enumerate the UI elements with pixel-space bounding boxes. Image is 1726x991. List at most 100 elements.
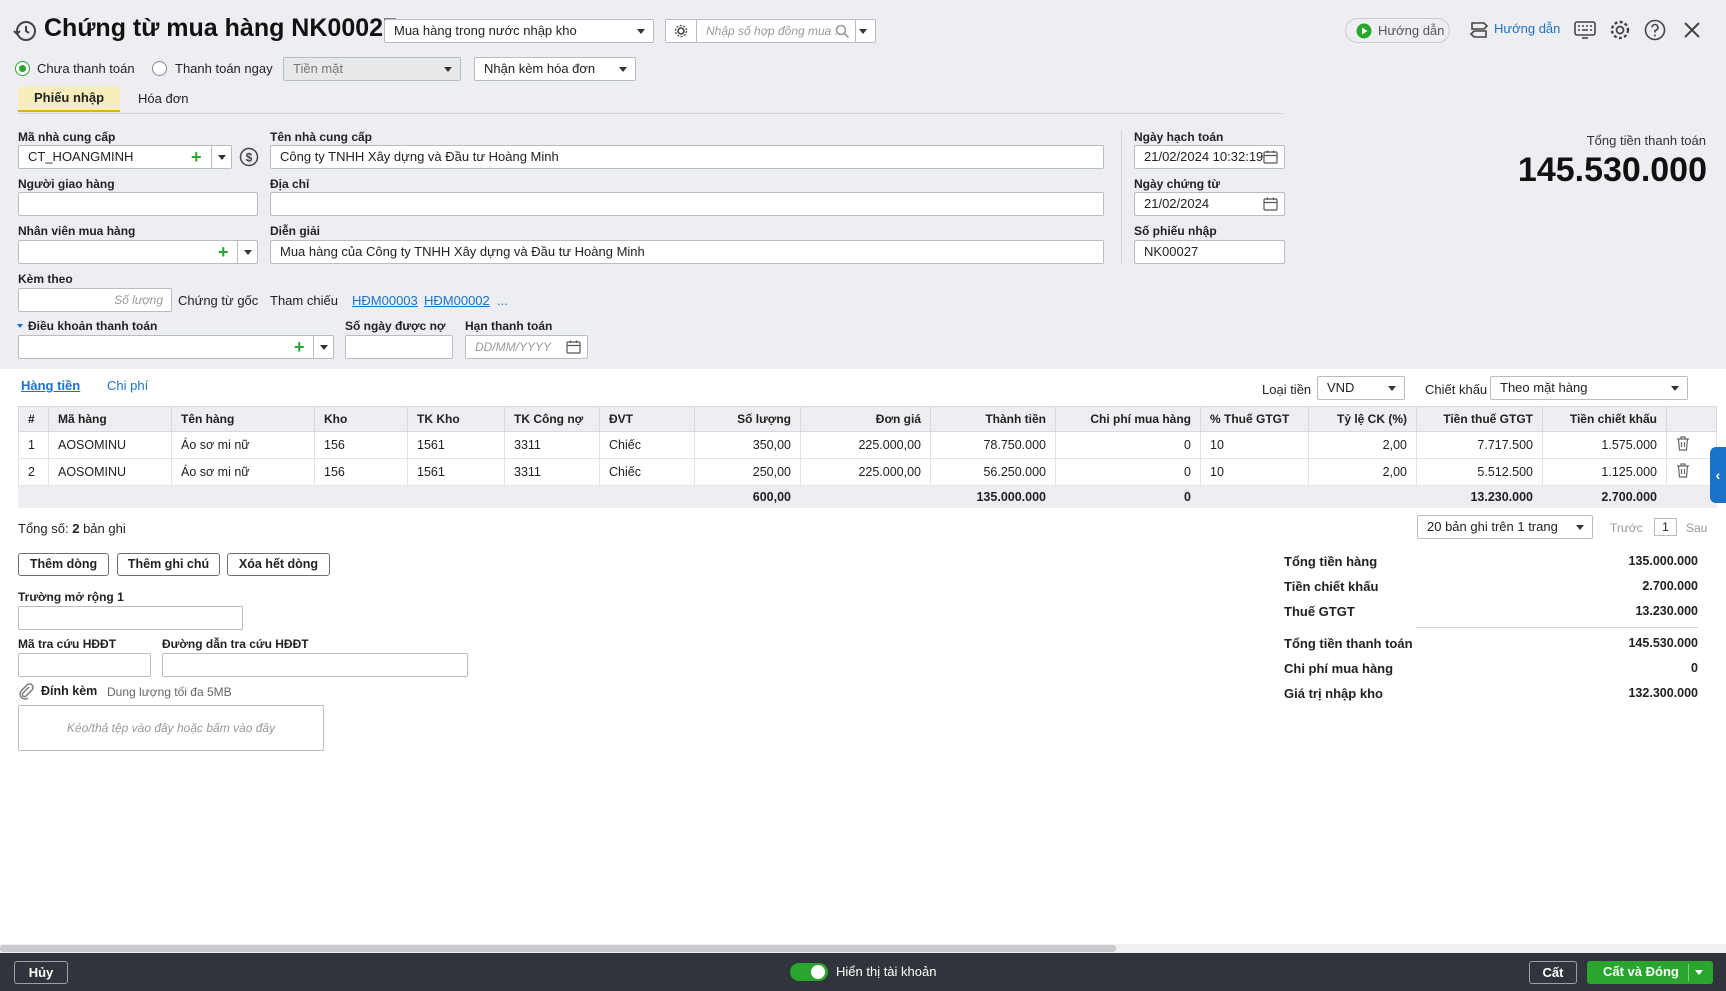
add-buyer-icon[interactable]: + <box>218 243 229 261</box>
tab-goods[interactable]: Hàng tiền <box>21 378 80 393</box>
trash-icon[interactable] <box>1676 436 1690 451</box>
lookup-code-input[interactable] <box>18 653 151 677</box>
ext-field-input[interactable] <box>18 606 243 630</box>
col-header[interactable]: Thành tiền <box>930 406 1056 432</box>
add-note-button[interactable]: Thêm ghi chú <box>117 553 220 576</box>
cell-warehouse-account[interactable]: 1561 <box>407 458 505 486</box>
cell-code[interactable]: AOSOMINU <box>48 458 172 486</box>
cell-warehouse[interactable]: 156 <box>314 458 408 486</box>
chevron-down-icon[interactable] <box>859 29 867 34</box>
table-row[interactable]: 1 AOSOMINU Áo sơ mi nữ 156 1561 3311 Chi… <box>18 431 1717 459</box>
cell-price[interactable]: 225.000,00 <box>800 431 931 459</box>
cell-amount[interactable]: 78.750.000 <box>930 431 1056 459</box>
trash-icon[interactable] <box>1676 463 1690 478</box>
col-header[interactable]: Tỷ lệ CK (%) <box>1308 406 1417 432</box>
signpost-icon[interactable] <box>1469 19 1489 41</box>
due-date-input[interactable]: DD/MM/YYYY <box>465 335 588 359</box>
col-header[interactable]: Tiền chiết khấu <box>1542 406 1667 432</box>
cell-qty[interactable]: 250,00 <box>694 458 801 486</box>
cell-warehouse-account[interactable]: 1561 <box>407 431 505 459</box>
cell-vat-amount[interactable]: 7.717.500 <box>1416 431 1543 459</box>
debt-days-input[interactable] <box>345 335 453 359</box>
side-panel-toggle[interactable]: ‹ <box>1710 447 1726 503</box>
help-icon[interactable] <box>1644 19 1666 41</box>
calendar-icon[interactable] <box>1263 197 1278 211</box>
cell-vat-rate[interactable]: 10 <box>1200 458 1309 486</box>
prev-page-button[interactable]: Trước <box>1610 521 1643 535</box>
cell-cost[interactable]: 0 <box>1055 431 1201 459</box>
cell-warehouse[interactable]: 156 <box>314 431 408 459</box>
col-header[interactable]: Chi phí mua hàng <box>1055 406 1201 432</box>
col-header[interactable]: Tiền thuế GTGT <box>1416 406 1543 432</box>
keyboard-icon[interactable] <box>1574 20 1596 40</box>
table-row[interactable]: 2 AOSOMINU Áo sơ mi nữ 156 1561 3311 Chi… <box>18 458 1717 486</box>
gear-icon[interactable] <box>674 24 688 38</box>
dollar-icon[interactable]: $ <box>239 147 259 167</box>
discount-select[interactable]: Theo mặt hàng <box>1490 376 1688 400</box>
description-input[interactable]: Mua hàng của Công ty TNHH Xây dựng và Đầ… <box>270 240 1104 264</box>
add-terms-icon[interactable]: + <box>294 338 305 356</box>
cell-discount-rate[interactable]: 2,00 <box>1308 431 1417 459</box>
terms-input[interactable] <box>18 335 334 359</box>
show-accounts-toggle[interactable] <box>790 963 828 981</box>
cell-discount-amount[interactable]: 1.125.000 <box>1542 458 1667 486</box>
cell-cost[interactable]: 0 <box>1055 458 1201 486</box>
currency-select[interactable]: VND <box>1317 376 1405 400</box>
page-number[interactable]: 1 <box>1654 518 1677 536</box>
doc-date-input[interactable]: 21/02/2024 <box>1134 192 1285 216</box>
attach-qty-input[interactable]: Số lượng <box>18 288 172 312</box>
cell-unit[interactable]: Chiếc <box>599 431 695 459</box>
save-button[interactable]: Cất <box>1529 961 1577 984</box>
cell-amount[interactable]: 56.250.000 <box>930 458 1056 486</box>
col-header[interactable]: Tên hàng <box>171 406 315 432</box>
col-header[interactable]: Mã hàng <box>48 406 172 432</box>
col-header[interactable]: TK Công nợ <box>504 406 600 432</box>
contract-search-input[interactable]: Nhập số hợp đồng mua ... <box>706 20 845 42</box>
cell-vat-rate[interactable]: 10 <box>1200 431 1309 459</box>
close-icon[interactable] <box>1683 21 1701 39</box>
tab-invoice[interactable]: Hóa đơn <box>138 91 188 106</box>
terms-dropdown-button[interactable] <box>313 335 334 359</box>
reference-link-2[interactable]: HĐM00002 <box>424 293 490 308</box>
receipt-no-input[interactable]: NK00027 <box>1134 240 1285 264</box>
file-drop-zone[interactable]: Kéo/thả tệp vào đây hoặc bấm vào đây <box>18 705 324 751</box>
buyer-dropdown-button[interactable] <box>237 240 258 264</box>
cell-payable-account[interactable]: 3311 <box>504 458 600 486</box>
cell-price[interactable]: 225.000,00 <box>800 458 931 486</box>
posting-date-input[interactable]: 21/02/2024 10:32:19 <box>1134 145 1285 169</box>
pay-now-radio[interactable] <box>152 61 167 76</box>
col-header[interactable]: Kho <box>314 406 408 432</box>
chevron-down-icon[interactable] <box>1695 970 1703 975</box>
add-supplier-icon[interactable]: + <box>191 148 202 166</box>
unpaid-radio[interactable] <box>15 61 30 76</box>
contract-search[interactable]: Nhập số hợp đồng mua ... <box>665 19 876 43</box>
tab-receipt[interactable]: Phiếu nhập <box>18 86 120 112</box>
col-header[interactable]: TK Kho <box>407 406 505 432</box>
search-icon[interactable] <box>835 24 850 39</box>
cell-discount-rate[interactable]: 2,00 <box>1308 458 1417 486</box>
cell-name[interactable]: Áo sơ mi nữ <box>171 431 315 459</box>
supplier-name-input[interactable]: Công ty TNHH Xây dựng và Đầu tư Hoàng Mi… <box>270 145 1104 169</box>
clear-rows-button[interactable]: Xóa hết dòng <box>227 553 330 576</box>
supplier-dropdown-button[interactable] <box>211 145 232 169</box>
col-header[interactable]: % Thuế GTGT <box>1200 406 1309 432</box>
next-page-button[interactable]: Sau <box>1686 521 1707 535</box>
guide-link[interactable]: Hướng dẫn <box>1494 21 1560 36</box>
col-header[interactable]: ĐVT <box>599 406 695 432</box>
save-close-button[interactable]: Cất và Đóng <box>1587 961 1713 984</box>
col-header[interactable]: Đơn giá <box>800 406 931 432</box>
cell-unit[interactable]: Chiếc <box>599 458 695 486</box>
cell-qty[interactable]: 350,00 <box>694 431 801 459</box>
cancel-button[interactable]: Hủy <box>14 961 68 984</box>
cell-discount-amount[interactable]: 1.575.000 <box>1542 431 1667 459</box>
settings-icon[interactable] <box>1609 19 1631 41</box>
col-header[interactable]: Số lượng <box>694 406 801 432</box>
collapse-triangle-icon[interactable] <box>17 324 23 328</box>
scrollbar-thumb[interactable] <box>0 945 1116 952</box>
cell-vat-amount[interactable]: 5.512.500 <box>1416 458 1543 486</box>
add-row-button[interactable]: Thêm dòng <box>18 553 109 576</box>
cell-code[interactable]: AOSOMINU <box>48 431 172 459</box>
calendar-icon[interactable] <box>566 340 581 354</box>
reference-link-1[interactable]: HĐM00003 <box>352 293 418 308</box>
page-size-select[interactable]: 20 bản ghi trên 1 trang <box>1417 515 1593 539</box>
